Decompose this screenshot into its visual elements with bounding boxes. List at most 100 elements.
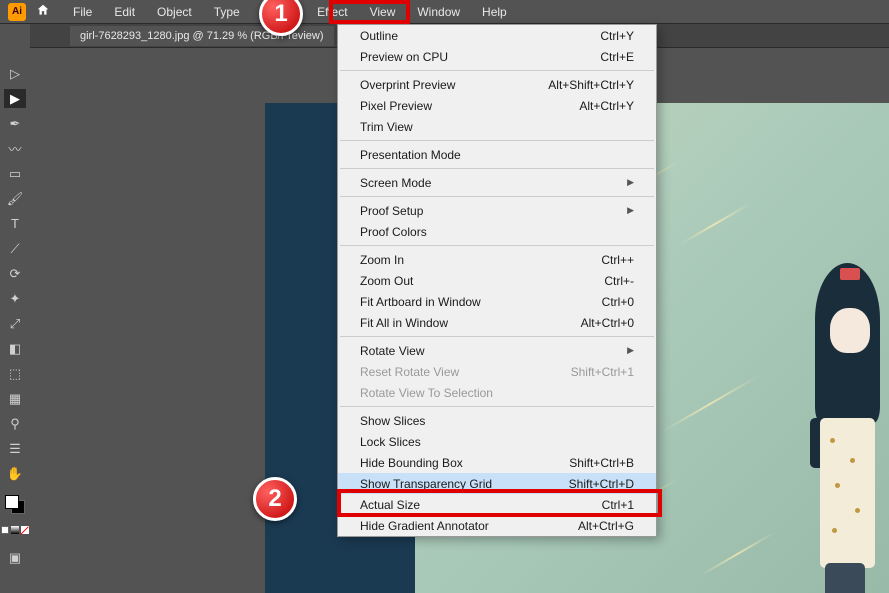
menu-file[interactable]: File [64, 2, 101, 22]
menu-item-label: Rotate View [360, 344, 424, 358]
menu-item-presentation-mode[interactable]: Presentation Mode [338, 144, 656, 165]
menu-item-label: Show Transparency Grid [360, 477, 492, 491]
menu-item-shortcut: Ctrl+0 [602, 295, 634, 309]
gradient-tool-icon[interactable]: ▦ [4, 389, 26, 408]
menu-separator [340, 196, 654, 197]
curvature-tool-icon[interactable]: 〰 [4, 139, 26, 158]
direct-selection-tool-icon[interactable]: ▶ [4, 89, 26, 108]
menu-item-label: Fit All in Window [360, 316, 448, 330]
color-mode-swatches[interactable] [1, 526, 29, 534]
menu-item-label: Lock Slices [360, 435, 421, 449]
eraser-tool-icon[interactable]: ✦ [4, 289, 26, 308]
menu-item-show-transparency-grid[interactable]: Show Transparency Grid Shift+Ctrl+D [338, 473, 656, 494]
annotation-marker-2: 2 [253, 477, 297, 521]
menu-item-preview-on-cpu[interactable]: Preview on CPU Ctrl+E [338, 46, 656, 67]
menu-item-label: Show Slices [360, 414, 425, 428]
menu-help[interactable]: Help [473, 2, 516, 22]
submenu-arrow-icon: ▶ [627, 205, 634, 216]
menu-item-label: Hide Bounding Box [360, 456, 463, 470]
application-menubar: Ai File Edit Object Type Select Effect V… [0, 0, 889, 24]
menu-item-lock-slices[interactable]: Lock Slices [338, 431, 656, 452]
menu-item-label: Trim View [360, 120, 413, 134]
menu-item-reset-rotate-view: Reset Rotate View Shift+Ctrl+1 [338, 361, 656, 382]
menu-item-hide-gradient-annotator[interactable]: Hide Gradient Annotator Alt+Ctrl+G [338, 515, 656, 536]
menu-item-shortcut: Ctrl+- [604, 274, 634, 288]
menu-separator [340, 70, 654, 71]
menu-separator [340, 245, 654, 246]
menu-item-fit-artboard-in-window[interactable]: Fit Artboard in Window Ctrl+0 [338, 291, 656, 312]
menu-item-pixel-preview[interactable]: Pixel Preview Alt+Ctrl+Y [338, 95, 656, 116]
menu-item-label: Pixel Preview [360, 99, 432, 113]
menu-item-shortcut: Alt+Ctrl+0 [581, 316, 634, 330]
shape-builder-tool-icon[interactable]: ⬚ [4, 364, 26, 383]
menu-type[interactable]: Type [205, 2, 249, 22]
menu-item-show-slices[interactable]: Show Slices [338, 410, 656, 431]
menu-separator [340, 168, 654, 169]
menu-view[interactable]: View [361, 2, 405, 22]
menu-item-shortcut: Shift+Ctrl+D [569, 477, 634, 491]
fill-swatch-icon [5, 495, 19, 509]
menu-item-shortcut: Shift+Ctrl+B [569, 456, 634, 470]
menu-item-screen-mode[interactable]: Screen Mode ▶ [338, 172, 656, 193]
menu-item-proof-setup[interactable]: Proof Setup ▶ [338, 200, 656, 221]
menu-separator [340, 406, 654, 407]
selection-tool-icon[interactable]: ▷ [4, 64, 26, 83]
menu-item-label: Zoom In [360, 253, 404, 267]
menu-separator [340, 336, 654, 337]
screen-mode-icon[interactable]: ▣ [4, 548, 26, 567]
menu-item-proof-colors[interactable]: Proof Colors [338, 221, 656, 242]
menu-item-shortcut: Ctrl+E [600, 50, 634, 64]
menu-item-shortcut: Alt+Ctrl+Y [579, 99, 634, 113]
type-tool-icon[interactable]: T [4, 214, 26, 233]
menu-item-label: Presentation Mode [360, 148, 461, 162]
paintbrush-tool-icon[interactable]: 🖌 [4, 189, 26, 208]
menu-item-fit-all-in-window[interactable]: Fit All in Window Alt+Ctrl+0 [338, 312, 656, 333]
menu-object[interactable]: Object [148, 2, 201, 22]
artboard-tool-icon[interactable]: ☰ [4, 439, 26, 458]
menu-item-actual-size[interactable]: Actual Size Ctrl+1 [338, 494, 656, 515]
menu-item-shortcut: Ctrl+1 [602, 498, 634, 512]
menu-item-shortcut: Alt+Ctrl+G [578, 519, 634, 533]
menu-separator [340, 140, 654, 141]
tools-panel: ▷ ▶ ✒ 〰 ▭ 🖌 T ⟋ ⟳ ✦ ⤢ ◧ ⬚ ▦ ⚲ ☰ ✋ ▣ [0, 24, 30, 567]
menu-item-shortcut: Shift+Ctrl+1 [571, 365, 634, 379]
submenu-arrow-icon: ▶ [627, 345, 634, 356]
app-icon: Ai [8, 3, 26, 21]
menu-effect[interactable]: Effect [308, 2, 356, 22]
menu-item-shortcut: Ctrl++ [601, 253, 634, 267]
menu-item-label: Preview on CPU [360, 50, 448, 64]
scale-tool-icon[interactable]: ⤢ [4, 314, 26, 333]
menu-item-trim-view[interactable]: Trim View [338, 116, 656, 137]
eyedropper-tool-icon[interactable]: ⚲ [4, 414, 26, 433]
menu-item-label: Zoom Out [360, 274, 413, 288]
menu-item-label: Hide Gradient Annotator [360, 519, 489, 533]
menu-item-label: Fit Artboard in Window [360, 295, 481, 309]
fill-stroke-swatches[interactable] [5, 495, 25, 514]
menu-item-label: Overprint Preview [360, 78, 455, 92]
menu-item-label: Actual Size [360, 498, 420, 512]
rotate-tool-icon[interactable]: ⟳ [4, 264, 26, 283]
width-tool-icon[interactable]: ◧ [4, 339, 26, 358]
menu-window[interactable]: Window [408, 2, 469, 22]
menu-item-outline[interactable]: OutlineCtrl+Y [338, 25, 656, 46]
menu-item-label: Proof Setup [360, 204, 423, 218]
menu-item-shortcut: Ctrl+Y [600, 29, 634, 43]
menu-item-rotate-view-to-selection: Rotate View To Selection [338, 382, 656, 403]
menu-item-overprint-preview[interactable]: Overprint Preview Alt+Shift+Ctrl+Y [338, 74, 656, 95]
menu-edit[interactable]: Edit [105, 2, 144, 22]
pen-tool-icon[interactable]: ✒ [4, 114, 26, 133]
submenu-arrow-icon: ▶ [627, 177, 634, 188]
home-icon[interactable] [36, 3, 50, 20]
menu-item-label: Screen Mode [360, 176, 431, 190]
menu-item-label: Proof Colors [360, 225, 427, 239]
menu-item-hide-bounding-box[interactable]: Hide Bounding Box Shift+Ctrl+B [338, 452, 656, 473]
menu-item-zoom-out[interactable]: Zoom Out Ctrl+- [338, 270, 656, 291]
menu-item-rotate-view[interactable]: Rotate View ▶ [338, 340, 656, 361]
menu-item-zoom-in[interactable]: Zoom In Ctrl++ [338, 249, 656, 270]
line-tool-icon[interactable]: ⟋ [4, 239, 26, 258]
menu-item-shortcut: Alt+Shift+Ctrl+Y [548, 78, 634, 92]
menu-item-label: Rotate View To Selection [360, 386, 493, 400]
menu-item-label: Reset Rotate View [360, 365, 459, 379]
hand-tool-icon[interactable]: ✋ [4, 464, 26, 483]
rectangle-tool-icon[interactable]: ▭ [4, 164, 26, 183]
